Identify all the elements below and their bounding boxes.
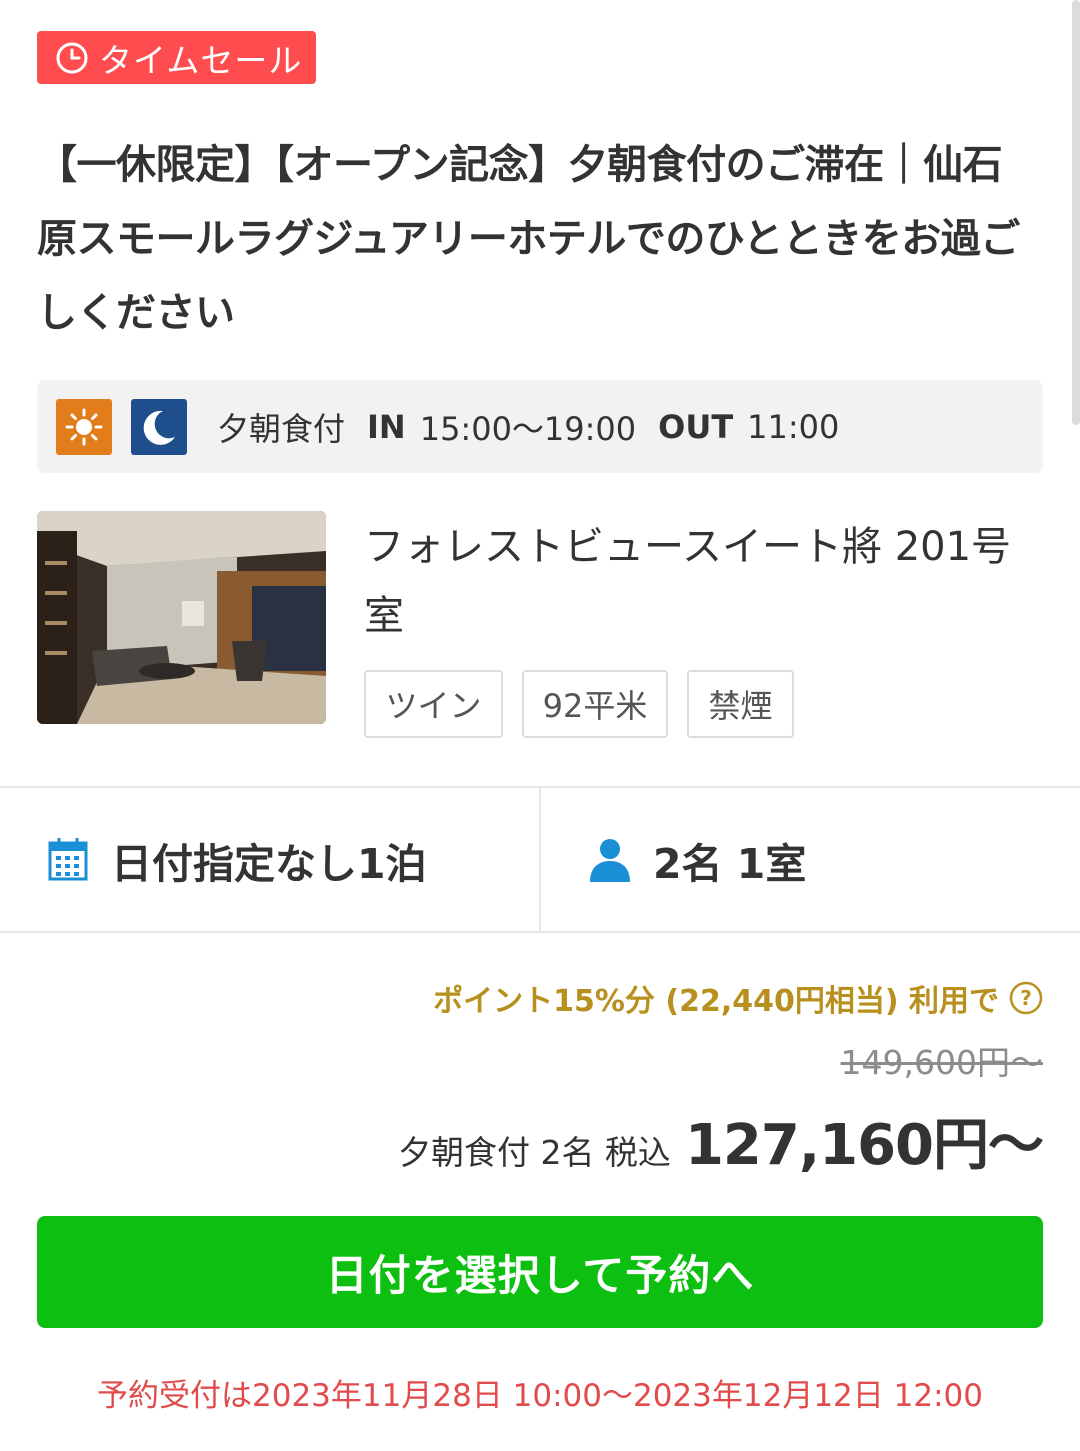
price-line: 夕朝食付 2名 税込 127,160円〜 [397,1100,1044,1181]
time-sale-badge: タイムセール [37,31,316,84]
reservation-period: 予約受付は2023年11月28日 10:00〜2023年12月12日 12:00 [97,1378,983,1414]
person-icon [590,838,630,882]
room-tags: ツイン 92平米 禁煙 [364,670,813,738]
room-photo[interactable] [37,511,326,724]
moon-icon [131,398,187,455]
checkin-label: IN [367,407,406,446]
checkout-time: 11:00 [747,407,840,446]
sun-icon [56,398,112,455]
divider [539,787,541,932]
select-date-reserve-button[interactable]: 日付を選択して予約へ [37,1216,1043,1328]
clock-icon [56,42,88,73]
price-description: 夕朝食付 2名 税込 [397,1133,671,1172]
date-label: 日付指定なし1泊 [111,839,427,888]
points-text: ポイント15%分 (22,440円相当) 利用で [433,984,999,1019]
svg-text:?: ? [1020,986,1032,1010]
tag-smoking: 禁煙 [687,670,794,738]
badge-label: タイムセール [99,40,303,80]
guests-label: 2名 1室 [653,839,807,888]
tag-room-size: 92平米 [522,670,668,738]
tag-room-type: ツイン [364,670,503,738]
meal-info-box: 夕朝食付 IN 15:00〜19:00 OUT 11:00 [37,380,1043,473]
meal-label: 夕朝食付 [217,409,346,448]
room-name[interactable]: フォレストビュースイート將 201号室 [364,513,1044,651]
checkin-time: 15:00〜19:00 [419,409,637,448]
plan-title[interactable]: 【一休限定】【オープン記念】夕朝食付のご滞在｜仙石原スモールラグジュアリーホテル… [37,128,1027,350]
calendar-icon [48,837,88,880]
guest-selector[interactable]: 2名 1室 [589,787,806,932]
original-price: 149,600円〜 [840,1043,1043,1082]
points-info: ポイント15%分 (22,440円相当) 利用で ? [433,976,1043,1020]
scrollbar[interactable] [1072,0,1080,425]
help-icon[interactable]: ? [1009,981,1043,1015]
checkout-label: OUT [658,407,734,446]
date-selector[interactable]: 日付指定なし1泊 [47,787,427,932]
sale-price: 127,160円〜 [684,1113,1044,1178]
